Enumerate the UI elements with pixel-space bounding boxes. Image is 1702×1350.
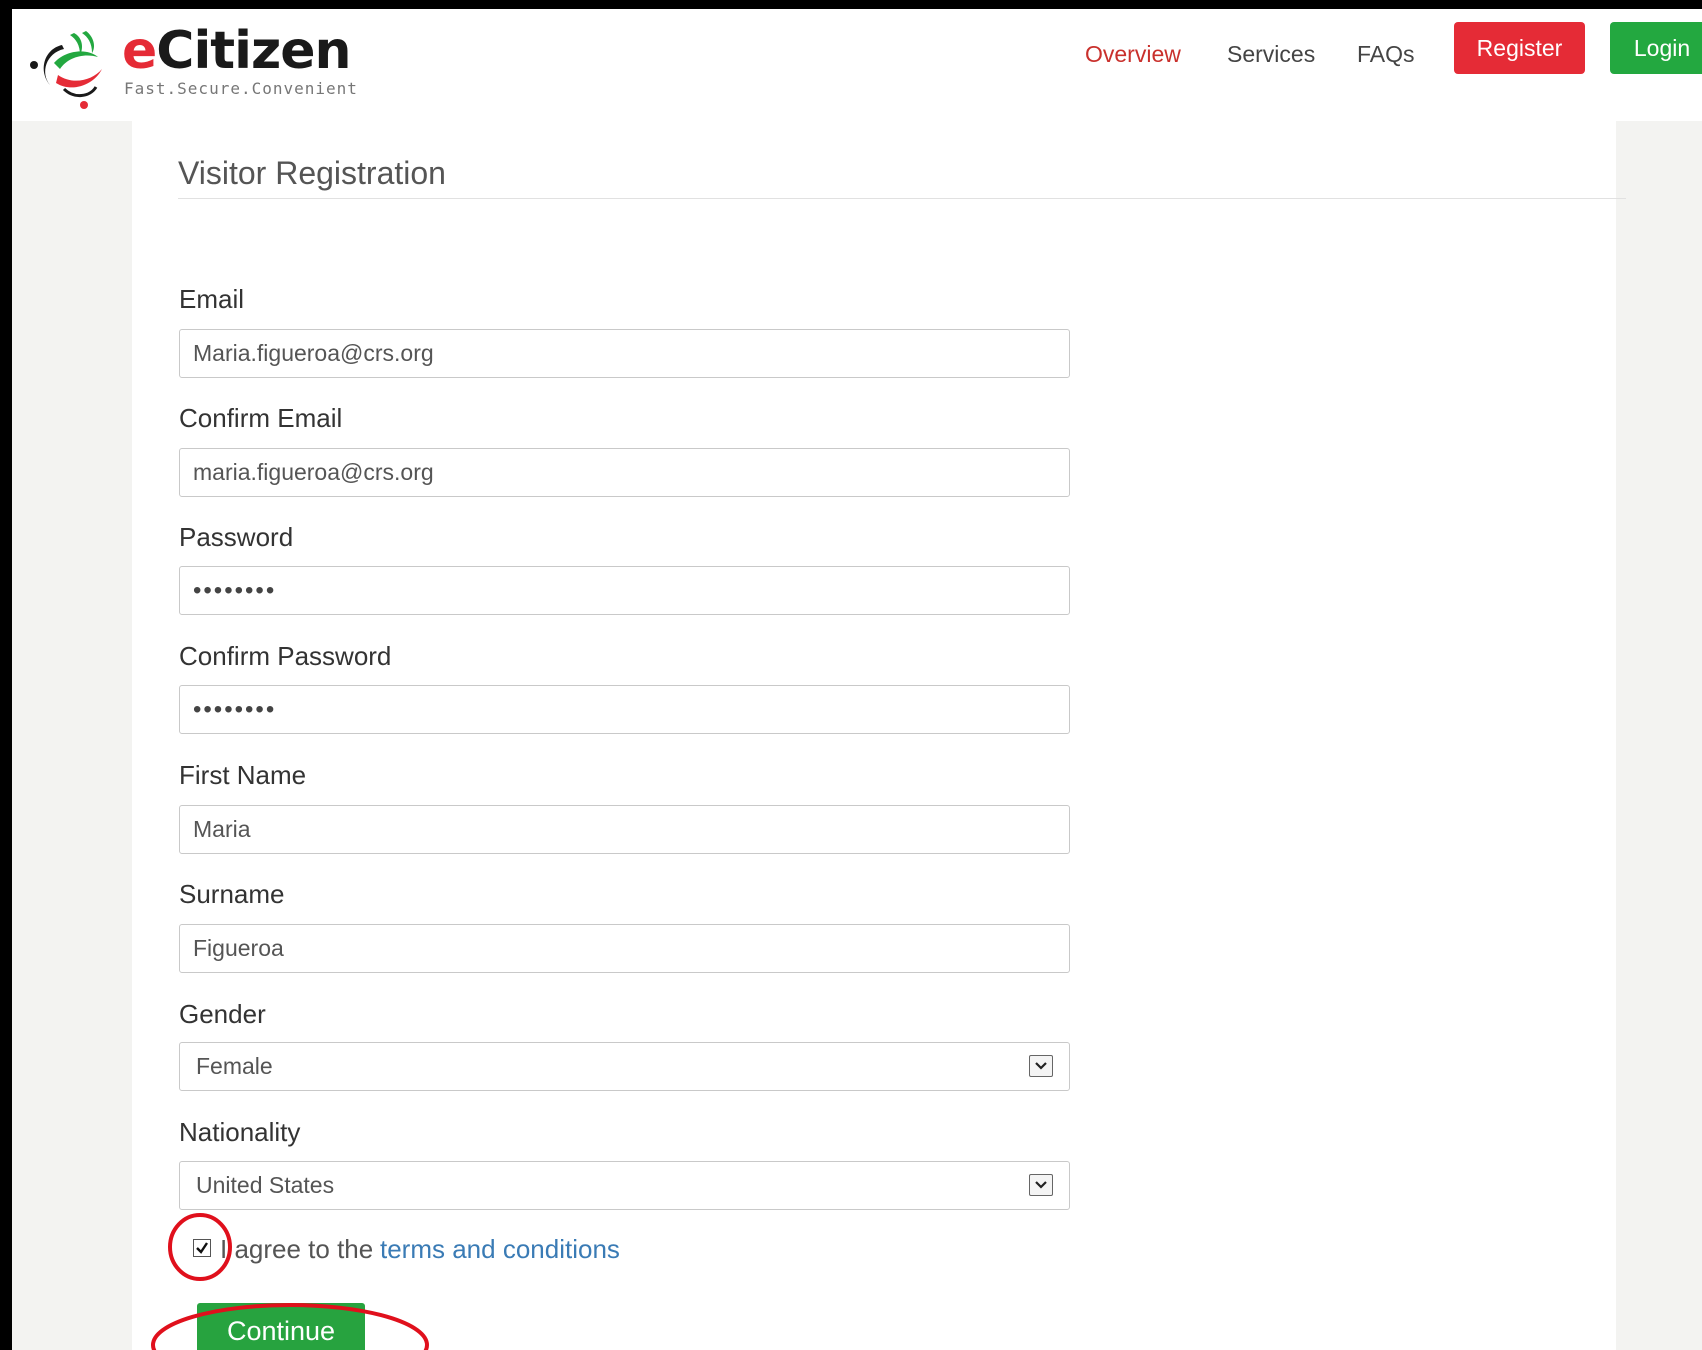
email-field[interactable]: Maria.figueroa@crs.org xyxy=(179,329,1070,378)
top-navbar: eCitizen Fast.Secure.Convenient Overview… xyxy=(12,9,1702,122)
email-label: Email xyxy=(179,284,245,314)
first-name-field[interactable]: Maria xyxy=(179,805,1070,854)
confirm-email-field[interactable]: maria.figueroa@crs.org xyxy=(179,448,1070,497)
nationality-label: Nationality xyxy=(179,1117,301,1147)
surname-label: Surname xyxy=(179,879,285,909)
password-field[interactable]: •••••••• xyxy=(179,566,1070,615)
gender-select[interactable]: Female xyxy=(179,1042,1070,1091)
login-button[interactable]: Login xyxy=(1610,22,1702,74)
nav-services-link[interactable]: Services xyxy=(1227,41,1315,68)
first-name-label: First Name xyxy=(179,760,307,790)
brand-tagline: Fast.Secure.Convenient xyxy=(124,79,358,98)
confirm-password-label: Confirm Password xyxy=(179,641,392,671)
confirm-password-field[interactable]: •••••••• xyxy=(179,685,1070,734)
browser-frame: eCitizen Fast.Secure.Convenient Overview… xyxy=(0,0,1702,1350)
surname-field[interactable]: Figueroa xyxy=(179,924,1070,973)
ecitizen-logo-icon[interactable] xyxy=(24,23,114,113)
nationality-select[interactable]: United States xyxy=(179,1161,1070,1210)
nationality-select-value: United States xyxy=(196,1172,335,1198)
page-title: Visitor Registration xyxy=(178,155,446,191)
confirm-email-label: Confirm Email xyxy=(179,403,343,433)
brand-name-rest: Citizen xyxy=(156,21,351,81)
nav-faqs-link[interactable]: FAQs xyxy=(1357,41,1415,68)
chevron-down-icon[interactable] xyxy=(1029,1055,1053,1077)
terms-agree-text: I agree to the xyxy=(220,1234,374,1264)
left-gutter xyxy=(12,121,132,1350)
register-button[interactable]: Register xyxy=(1454,22,1585,74)
continue-button[interactable]: Continue xyxy=(197,1303,365,1350)
terms-and-conditions-link[interactable]: terms and conditions xyxy=(380,1234,620,1265)
right-gutter xyxy=(1616,121,1702,1350)
chevron-down-icon[interactable] xyxy=(1029,1174,1053,1196)
gender-label: Gender xyxy=(179,999,266,1029)
brand-name[interactable]: eCitizen xyxy=(122,25,352,77)
nav-overview-link[interactable]: Overview xyxy=(1085,41,1181,68)
terms-checkbox[interactable] xyxy=(193,1239,211,1257)
gender-select-value: Female xyxy=(196,1053,273,1079)
password-label: Password xyxy=(179,522,294,552)
title-divider xyxy=(178,198,1626,199)
brand-name-e: e xyxy=(122,21,157,81)
